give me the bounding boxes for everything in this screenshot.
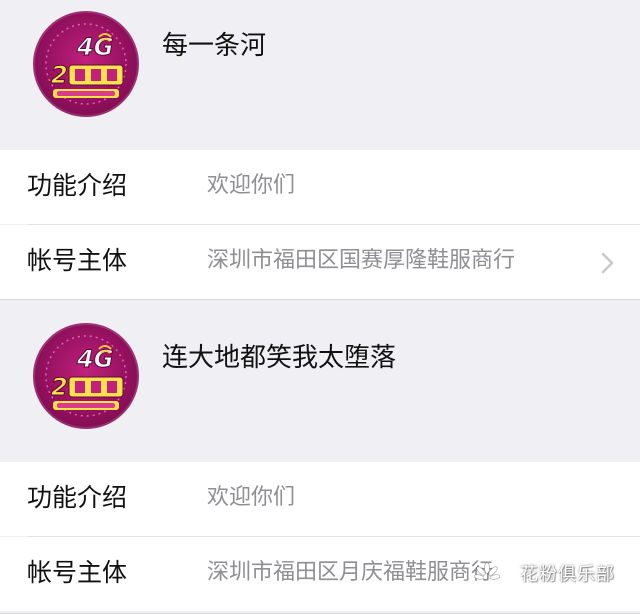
intro-value: 欢迎你们	[207, 485, 296, 510]
watermark: 花粉俱乐部	[470, 560, 638, 590]
avatar: 4G 2	[33, 11, 139, 117]
svg-text:2: 2	[51, 373, 68, 401]
entity-value: 深圳市福田区月庆福鞋服商行	[207, 560, 494, 585]
watermark-text: 花粉俱乐部	[520, 564, 615, 585]
account-name: 每一条河	[162, 31, 267, 61]
account-header: 4G 2 连大地都笑我太堕落	[0, 312, 640, 462]
intro-row: 功能介绍 欢迎你们	[0, 150, 640, 224]
account-header: 4G 2 每一条河	[0, 0, 640, 150]
entity-row[interactable]: 帐号主体 深圳市福田区国赛厚隆鞋服商行	[0, 225, 640, 299]
account-name: 连大地都笑我太堕落	[162, 343, 397, 373]
entity-label: 帐号主体	[27, 558, 128, 587]
avatar: 4G 2	[33, 323, 139, 429]
card-bottom-border	[0, 299, 640, 300]
account-card-1: 4G 2 每一条河 功能介绍 欢迎你们 帐号主体 深圳市福田区国赛厚隆鞋服商行	[0, 0, 640, 300]
intro-label: 功能介绍	[27, 171, 128, 200]
4g-anniversary-logo-icon: 4G 2	[45, 335, 127, 417]
intro-row: 功能介绍 欢迎你们	[0, 462, 640, 536]
4g-anniversary-logo-icon: 4G 2	[45, 23, 127, 105]
huawei-flower-icon	[474, 562, 500, 580]
entity-label: 帐号主体	[27, 246, 128, 275]
intro-value: 欢迎你们	[207, 173, 296, 198]
intro-label: 功能介绍	[27, 483, 128, 512]
entity-value: 深圳市福田区国赛厚隆鞋服商行	[207, 248, 516, 273]
chevron-right-icon[interactable]	[598, 251, 618, 275]
svg-text:4G: 4G	[76, 33, 113, 61]
svg-text:2: 2	[51, 61, 68, 89]
svg-text:4G: 4G	[76, 345, 113, 373]
